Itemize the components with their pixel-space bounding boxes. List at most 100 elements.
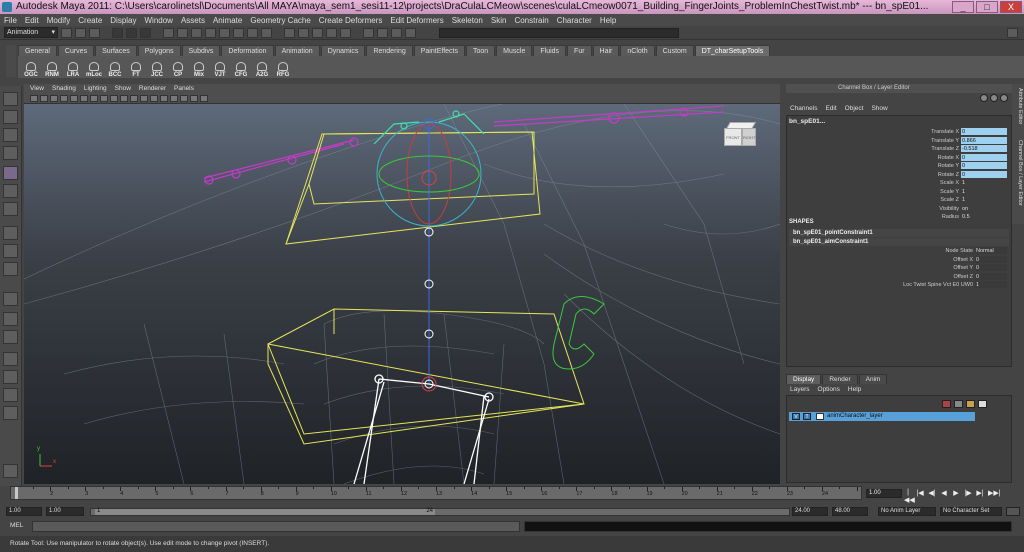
play-forwards-button[interactable]: ▶	[952, 489, 960, 504]
command-language-label[interactable]: MEL	[10, 522, 23, 529]
menu-modify[interactable]: Modify	[47, 16, 71, 25]
current-frame-field[interactable]: 1.00	[866, 489, 902, 498]
attribute-row-rotate-y[interactable]: Rotate Y0	[787, 162, 1011, 170]
menu-edit-deformers[interactable]: Edit Deformers	[390, 16, 443, 25]
view-cube-front[interactable]: FRONT	[724, 128, 742, 146]
wireframe-icon[interactable]	[130, 94, 138, 102]
shelf-button-mix[interactable]: Mix	[190, 58, 208, 78]
view-cube-right[interactable]: RIGHT	[742, 128, 756, 146]
shelf-tab-hair[interactable]: Hair	[592, 45, 620, 56]
menu-set-dropdown[interactable]: Animation	[4, 27, 58, 38]
layer-tab-render[interactable]: Render	[822, 374, 858, 384]
shelf-tab-deformation[interactable]: Deformation	[221, 45, 274, 56]
channel-menu-object[interactable]: Object	[845, 104, 864, 114]
time-slider[interactable]: 123456789101112131415161718192021222324	[10, 486, 862, 500]
viewport-menu-renderer[interactable]: Renderer	[139, 84, 166, 93]
shelf-button-rfg[interactable]: RFG	[274, 58, 292, 78]
attribute-row-rotate-z[interactable]: Rotate Z0	[787, 170, 1011, 179]
menu-create[interactable]: Create	[78, 16, 102, 25]
script-editor-icon[interactable]	[3, 464, 18, 478]
step-forward-key-button[interactable]: |▶	[964, 489, 972, 504]
shelf-tab-ncloth[interactable]: nCloth	[620, 45, 655, 56]
channel-menu-edit[interactable]: Edit	[825, 104, 836, 114]
new-scene-icon[interactable]	[61, 27, 72, 38]
hypershade-layout-icon[interactable]	[3, 370, 18, 384]
attribute-value[interactable]: 1	[961, 196, 1007, 203]
pick-surfaces-icon[interactable]	[205, 27, 216, 38]
range-slider-handle[interactable]: 1 24	[95, 508, 435, 515]
shelf-button-jcc[interactable]: JCC	[148, 58, 166, 78]
joint-tool-icon[interactable]	[3, 244, 18, 258]
single-perspective-layout-icon[interactable]	[3, 292, 18, 306]
close-button[interactable]: X	[1000, 1, 1022, 13]
show-both-icon[interactable]	[1000, 94, 1008, 102]
playback-end-field[interactable]: 24.00	[792, 507, 828, 516]
viewport-menu-shading[interactable]: Shading	[52, 84, 76, 93]
shelf-button-ogc[interactable]: OGC	[22, 58, 40, 78]
shelf-menu-handle[interactable]	[6, 45, 16, 77]
attribute-row-translate-z[interactable]: Translate Z -0.518	[787, 145, 1011, 153]
shelf-tab-curves[interactable]: Curves	[57, 45, 95, 56]
lights-icon[interactable]	[160, 94, 168, 102]
menu-assets[interactable]: Assets	[181, 16, 205, 25]
smooth-shade-icon[interactable]	[140, 94, 148, 102]
persp-graph-layout-icon[interactable]	[3, 352, 18, 366]
attribute-editor-tab[interactable]: Attribute Editor	[1013, 88, 1023, 124]
shelf-tab-fluids[interactable]: Fluids	[533, 45, 567, 56]
pick-handles-icon[interactable]	[163, 27, 174, 38]
minimize-button[interactable]: _	[952, 1, 974, 13]
pick-misc-icon[interactable]	[261, 27, 272, 38]
shelf-tab-subdivs[interactable]: Subdivs	[181, 45, 221, 56]
camera-attributes-icon[interactable]	[40, 94, 48, 102]
ipr-render-icon[interactable]	[391, 27, 402, 38]
attribute-row-translate-y[interactable]: Translate Y 0.866	[787, 136, 1011, 145]
attribute-value[interactable]: -0.518	[961, 145, 1007, 152]
save-scene-icon[interactable]	[89, 27, 100, 38]
pick-dynamics-icon[interactable]	[233, 27, 244, 38]
go-to-end-button[interactable]: ▶▶|	[988, 489, 1001, 504]
viewport-menu-lighting[interactable]: Lighting	[84, 84, 107, 93]
image-plane-icon[interactable]	[60, 94, 68, 102]
menu-animate[interactable]: Animate	[213, 16, 242, 25]
make-live-icon[interactable]	[340, 27, 351, 38]
move-layer-down-icon[interactable]	[954, 400, 963, 408]
attribute-value[interactable]: on	[961, 205, 1007, 212]
select-camera-icon[interactable]	[30, 94, 38, 102]
shelf-button-mloc[interactable]: mLoc	[85, 58, 103, 78]
layer-type-toggle[interactable]: T	[803, 413, 811, 420]
quick-selection-field[interactable]	[439, 27, 679, 38]
menu-window[interactable]: Window	[145, 16, 173, 25]
menu-geometry-cache[interactable]: Geometry Cache	[250, 16, 310, 25]
show-channel-box-icon[interactable]	[980, 94, 988, 102]
shelf-tab-custom[interactable]: Custom	[655, 45, 694, 56]
view-cube[interactable]: FRONT RIGHT	[724, 122, 758, 152]
new-layer-selected-icon[interactable]	[978, 400, 987, 408]
menu-skin[interactable]: Skin	[491, 16, 507, 25]
open-scene-icon[interactable]	[75, 27, 86, 38]
attribute-row-translate-x[interactable]: Translate X0	[787, 128, 1011, 136]
animation-preferences-icon[interactable]	[1006, 507, 1020, 516]
viewport-menu-panels[interactable]: Panels	[174, 84, 194, 93]
shelf-button-cp[interactable]: CP	[169, 58, 187, 78]
constraint-attr-loc-twist-spine-vct-e0-uw0[interactable]: Loc Twist Spine Vct E0 UW0 1	[787, 281, 1011, 289]
constraint-attr-offset-x[interactable]: Offset X0	[787, 255, 1011, 264]
pick-curves-icon[interactable]	[191, 27, 202, 38]
shelf-tab-fur[interactable]: Fur	[567, 45, 592, 56]
shelf-button-rnm[interactable]: RNM	[43, 58, 61, 78]
viewport-menu-show[interactable]: Show	[115, 84, 131, 93]
select-hierarchy-icon[interactable]	[112, 27, 123, 38]
animation-start-field[interactable]: 1.00	[6, 507, 42, 516]
constraint-attr-offset-y[interactable]: Offset Y0	[787, 264, 1011, 272]
persp-outliner-layout-icon[interactable]	[3, 330, 18, 344]
attribute-row-visibility[interactable]: Visibility on	[787, 205, 1011, 213]
shelf-tab-dynamics[interactable]: Dynamics	[320, 45, 366, 56]
menu-create-deformers[interactable]: Create Deformers	[319, 16, 383, 25]
new-layer-icon[interactable]	[966, 400, 975, 408]
render-settings-icon[interactable]	[405, 27, 416, 38]
shelf-tab-general[interactable]: General	[18, 45, 57, 56]
paint-select-tool-icon[interactable]	[3, 128, 18, 142]
safe-action-icon[interactable]	[120, 94, 128, 102]
step-back-key-button[interactable]: ◀|	[928, 489, 936, 504]
menu-file[interactable]: File	[4, 16, 17, 25]
constraint-attr-offset-z[interactable]: Offset Z0	[787, 272, 1011, 281]
